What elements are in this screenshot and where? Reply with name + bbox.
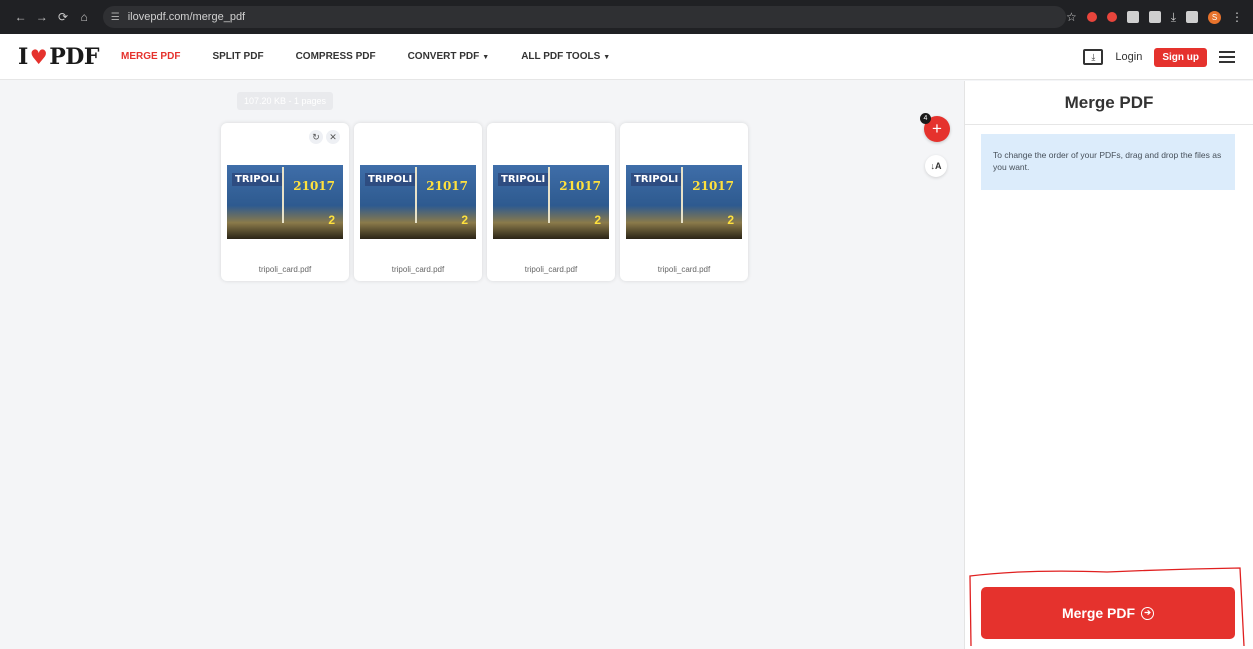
merge-pdf-button[interactable]: Merge PDF ➔ [981,587,1235,639]
card-actions: ↻ ✕ [309,130,340,144]
extensions-puzzle-icon[interactable] [1148,11,1161,23]
main-menu: MERGE PDF SPLIT PDF COMPRESS PDF CONVERT… [121,51,642,62]
extension-square-icon[interactable] [1126,11,1139,23]
extensions-area: ☆ ⤓ S ⋮ [1066,10,1243,25]
browser-toolbar: ← → ⟳ ⌂ ☰ ilovepdf.com/merge_pdf ☆ ⤓ S ⋮ [0,0,1253,34]
thumb-number: 21017 [559,179,601,193]
file-count-badge: 4 [920,113,931,124]
home-icon[interactable]: ⌂ [74,10,95,24]
pdf-thumbnail: TRIPOLI 21017 2 [626,165,742,239]
rocket-graphic [415,167,417,223]
heart-icon: ♥ [29,44,48,69]
thumb-level: 2 [727,213,734,227]
caret-down-icon: ▼ [482,54,490,61]
thumb-level: 2 [461,213,468,227]
login-link[interactable]: Login [1115,51,1142,63]
ilovepdf-logo[interactable]: I ♥ PDF [18,44,99,70]
header-actions: ⤓ Login Sign up [1083,34,1235,80]
thumb-level: 2 [328,213,335,227]
download-icon[interactable]: ⤓ [1171,10,1176,25]
sort-az-icon[interactable]: ↓A [925,155,947,177]
side-panel-icon[interactable] [1186,11,1199,23]
file-card[interactable]: ↻ ✕ TRIPOLI 21017 2 tripoli_card.pdf [221,123,349,281]
reload-icon[interactable]: ⟳ [52,10,73,24]
profile-avatar[interactable]: S [1208,10,1222,24]
menu-split-pdf[interactable]: SPLIT PDF [212,51,263,62]
thumb-brand: TRIPOLI [498,173,549,186]
pdf-thumbnail: TRIPOLI 21017 2 [227,165,343,239]
info-message: To change the order of your PDFs, drag a… [981,134,1235,190]
thumb-brand: TRIPOLI [232,173,283,186]
file-name: tripoli_card.pdf [391,265,445,274]
file-list: ↻ ✕ TRIPOLI 21017 2 tripoli_card.pdf TRI… [221,123,748,281]
menu-merge-pdf[interactable]: MERGE PDF [121,51,180,62]
menu-convert-pdf[interactable]: CONVERT PDF ▼ [408,51,490,62]
rocket-graphic [282,167,284,223]
url-text: ilovepdf.com/merge_pdf [127,11,246,23]
logo-letter-i: I [18,43,28,70]
site-info-icon[interactable]: ☰ [111,12,120,23]
bookmark-star-icon[interactable]: ☆ [1066,10,1077,24]
thumb-brand: TRIPOLI [365,173,416,186]
pdf-thumbnail: TRIPOLI 21017 2 [360,165,476,239]
thumb-brand: TRIPOLI [631,173,682,186]
thumb-number: 21017 [293,179,335,193]
rotate-icon[interactable]: ↻ [309,130,323,144]
menu-compress-pdf[interactable]: COMPRESS PDF [296,51,376,62]
tool-sidebar: Merge PDF To change the order of your PD… [964,81,1253,649]
sidebar-divider [965,124,1253,125]
file-name: tripoli_card.pdf [657,265,711,274]
menu-convert-pdf-label: CONVERT PDF [407,51,480,62]
sidebar-title: Merge PDF [1064,93,1154,112]
logo-letters-pdf: PDF [49,43,99,70]
site-header: I ♥ PDF MERGE PDF SPLIT PDF COMPRESS PDF… [0,34,1253,80]
file-name: tripoli_card.pdf [524,265,578,274]
signup-button[interactable]: Sign up [1154,47,1207,67]
menu-all-pdf-tools-label: ALL PDF TOOLS [521,51,601,62]
caret-down-icon: ▼ [603,54,611,61]
file-card[interactable]: TRIPOLI 21017 2 tripoli_card.pdf [354,123,482,281]
desktop-download-icon[interactable]: ⤓ [1083,49,1104,65]
rocket-graphic [681,167,683,223]
address-bar[interactable]: ☰ ilovepdf.com/merge_pdf [102,6,1066,28]
thumb-number: 21017 [692,179,734,193]
back-icon[interactable]: ← [10,10,31,24]
file-card[interactable]: TRIPOLI 21017 2 tripoli_card.pdf [487,123,615,281]
arrow-circle-right-icon: ➔ [1141,606,1155,620]
extension-red-icon[interactable] [1086,12,1097,22]
hamburger-menu-icon[interactable] [1219,51,1235,63]
rocket-graphic [548,167,550,223]
thumb-level: 2 [594,213,601,227]
menu-all-pdf-tools[interactable]: ALL PDF TOOLS ▼ [521,51,610,62]
browser-menu-icon[interactable]: ⋮ [1231,10,1243,24]
remove-icon[interactable]: ✕ [326,130,340,144]
pdf-thumbnail: TRIPOLI 21017 2 [493,165,609,239]
file-info-tooltip: 107.20 KB - 1 pages [237,92,334,110]
thumb-number: 21017 [426,179,468,193]
file-card[interactable]: TRIPOLI 21017 2 tripoli_card.pdf [620,123,748,281]
file-workspace: 107.20 KB - 1 pages ↻ ✕ TRIPOLI 21017 2 … [0,81,964,649]
extension-badge-icon[interactable] [1106,12,1117,22]
file-name: tripoli_card.pdf [258,265,312,274]
forward-icon[interactable]: → [31,10,52,24]
merge-button-label: Merge PDF [1061,605,1136,621]
